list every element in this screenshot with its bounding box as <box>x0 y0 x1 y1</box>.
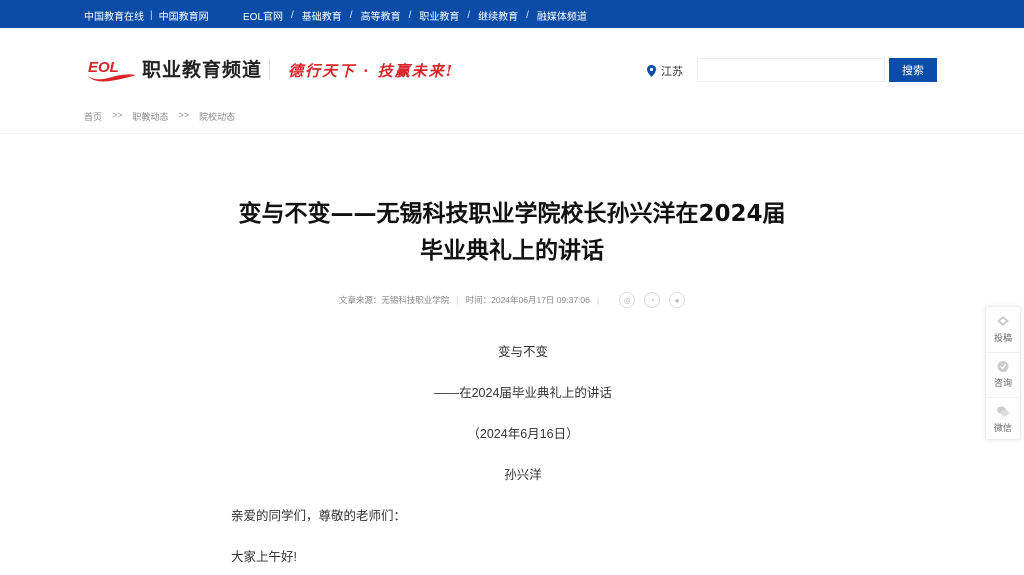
body-author: 孙兴洋 <box>504 468 542 482</box>
breadcrumb-news[interactable]: 职教动态 <box>133 110 169 123</box>
nav-separator: / <box>467 10 471 21</box>
wechat-icon <box>997 406 1009 417</box>
article-meta: 文章来源：无锡科技职业学院 | 时间：2024年06月17日 09:37:06 … <box>0 292 1024 308</box>
top-nav-basic[interactable]: 基础教育 <box>302 8 342 23</box>
article-title: 变与不变——无锡科技职业学院校长孙兴洋在2024届 毕业典礼上的讲话 <box>180 196 844 270</box>
nav-separator: / <box>349 10 353 21</box>
location-selector[interactable]: 江苏 <box>647 63 683 79</box>
breadcrumb-home[interactable]: 首页 <box>84 110 102 123</box>
meta-divider: | <box>596 295 600 305</box>
submit-article-button[interactable]: 投稿 <box>986 307 1020 352</box>
search-button[interactable]: 搜索 <box>889 58 937 82</box>
body-heading: 变与不变 <box>497 345 548 359</box>
floating-toolbar: 投稿 咨询 微信 <box>985 306 1021 440</box>
top-nav-vocational[interactable]: 职业教育 <box>419 8 459 23</box>
top-bar: 中国教育在线 | 中国教育网 EOL官网 / 基础教育 / 高等教育 / 职业教… <box>0 0 1024 28</box>
breadcrumb-separator: >> <box>112 110 123 120</box>
body-date: （2024年6月16日） <box>467 427 579 441</box>
header-divider <box>269 58 270 80</box>
top-link-edu-net[interactable]: 中国教育网 <box>159 8 209 23</box>
wechat-button[interactable]: 微信 <box>986 397 1020 442</box>
top-nav: EOL官网 / 基础教育 / 高等教育 / 职业教育 / 继续教育 / 融媒体频… <box>243 8 587 23</box>
top-divider: | <box>150 10 153 21</box>
location-label: 江苏 <box>661 66 683 78</box>
wechat-share-icon[interactable]: ◔ <box>644 292 661 308</box>
breadcrumb-school-news[interactable]: 院校动态 <box>199 110 235 123</box>
top-nav-media[interactable]: 融媒体频道 <box>537 8 587 23</box>
article-title-line1: 变与不变——无锡科技职业学院校长孙兴洋在2024届 <box>238 201 786 227</box>
consult-icon <box>997 361 1009 372</box>
qq-share-icon[interactable]: ● <box>669 292 686 308</box>
meta-divider: | <box>456 295 459 305</box>
share-buttons: ◎ ◔ ● <box>610 292 686 308</box>
article-title-line2: 毕业典礼上的讲话 <box>420 238 604 264</box>
consult-button[interactable]: 咨询 <box>986 352 1020 397</box>
body-subheading: ——在2024届毕业典礼上的讲话 <box>434 386 612 400</box>
search-input[interactable] <box>697 58 885 82</box>
nav-separator: / <box>526 10 529 21</box>
eol-logo-icon: EOL <box>88 59 136 81</box>
nav-separator: / <box>408 10 412 21</box>
breadcrumb-separator: >> <box>178 110 190 120</box>
slogan: 德行天下 · 技赢未来! <box>288 62 455 80</box>
wechat-label: 微信 <box>993 423 1012 433</box>
nav-separator: / <box>291 10 294 21</box>
site-logo[interactable]: EOL 职业教育频道 <box>86 55 262 82</box>
top-nav-continuing[interactable]: 继续教育 <box>478 8 518 23</box>
breadcrumb: 首页 >> 职教动态 >> 院校动态 <box>84 110 235 123</box>
location-pin-icon <box>647 65 656 77</box>
top-site-links: 中国教育在线 | 中国教育网 <box>84 8 209 23</box>
logo-mark-text: EOL <box>88 59 119 76</box>
logo-text: 职业教育频道 <box>142 60 263 81</box>
breadcrumb-divider <box>0 133 1024 134</box>
top-link-eol-online[interactable]: 中国教育在线 <box>84 8 144 23</box>
body-greeting: 亲爱的同学们，尊敬的老师们： <box>231 509 407 523</box>
consult-label: 咨询 <box>993 378 1012 388</box>
submit-label: 投稿 <box>993 332 1012 343</box>
article-source: 文章来源：无锡科技职业学院 <box>338 295 450 305</box>
body-hello: 大家上午好! <box>231 550 297 564</box>
top-nav-higher[interactable]: 高等教育 <box>361 8 401 23</box>
top-nav-eol[interactable]: EOL官网 <box>243 8 283 23</box>
weibo-share-icon[interactable]: ◎ <box>619 292 636 308</box>
article-time: 时间：2024年06月17日 09:37:06 <box>465 295 590 305</box>
submit-icon <box>997 315 1009 326</box>
